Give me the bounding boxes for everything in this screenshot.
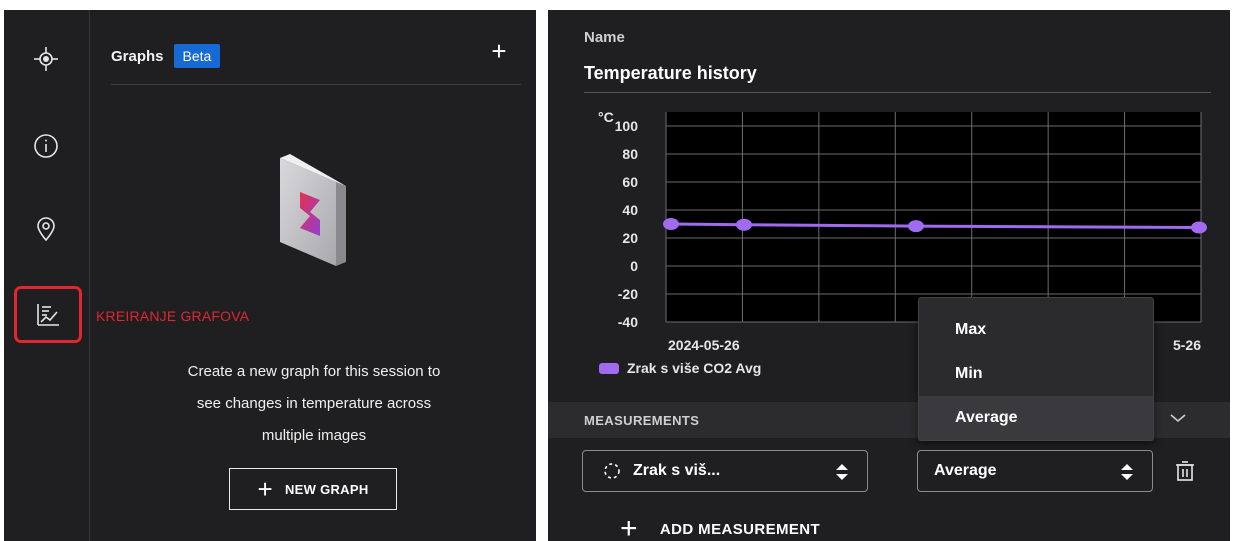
name-divider [584, 92, 1211, 93]
x-tick-label: 2024-05-26 [668, 337, 740, 353]
statistic-select-value: Average [934, 462, 997, 479]
crosshair-icon[interactable] [25, 38, 67, 80]
y-tick-label: 80 [622, 146, 638, 162]
y-tick-label: -20 [618, 286, 638, 302]
y-tick-label: 60 [622, 174, 638, 190]
empty-state-message: Create a new graph for this session to s… [114, 356, 514, 452]
data-point [1191, 221, 1207, 234]
info-icon[interactable] [25, 125, 67, 167]
y-tick-label: 40 [622, 202, 638, 218]
sidebar-rail [4, 10, 90, 541]
zone-select-value: Zrak s viš... [633, 462, 721, 479]
y-unit-label: °C [598, 109, 614, 125]
dropdown-option-max[interactable]: Max [919, 308, 1153, 352]
legend-label: Zrak s više CO2 Avg [627, 360, 762, 376]
y-axis: 100 80 60 40 20 0 -20 -40 [615, 118, 639, 330]
chevron-down-icon[interactable] [1166, 406, 1190, 430]
app-logo-icon [266, 150, 366, 270]
chart-legend[interactable]: Zrak s više CO2 Avg [599, 360, 761, 376]
header-divider [111, 84, 521, 85]
data-point [736, 218, 752, 231]
name-label: Name [584, 29, 625, 46]
empty-state-line: multiple images [261, 427, 367, 444]
add-graph-icon[interactable]: + [487, 38, 511, 64]
annotation-label: KREIRANJE GRAFOVA [96, 308, 250, 324]
add-measurement-label: ADD MEASUREMENT [659, 520, 821, 538]
measurements-label: MEASUREMENTS [584, 413, 700, 428]
location-pin-icon[interactable] [25, 208, 67, 250]
data-point [908, 220, 924, 233]
y-tick-label: 100 [615, 118, 639, 134]
graphs-panel: KREIRANJE GRAFOVA Graphs Beta + Create a… [4, 10, 536, 541]
graphs-title: Graphs [111, 47, 164, 65]
plot-area [666, 112, 1201, 322]
graph-name-field[interactable]: Temperature history [584, 63, 757, 84]
dropdown-option-average[interactable]: Average [919, 396, 1153, 440]
plus-icon: + [257, 474, 273, 504]
empty-state-line: see changes in temperature across [196, 395, 432, 412]
new-graph-button[interactable]: + NEW GRAPH [229, 468, 397, 510]
add-measurement-button[interactable]: + ADD MEASUREMENT [620, 512, 821, 541]
graph-icon[interactable] [14, 286, 82, 343]
new-graph-label: NEW GRAPH [284, 481, 369, 497]
sort-updown-icon [836, 464, 848, 480]
zone-select[interactable]: Zrak s viš... [582, 450, 868, 492]
empty-state-line: Create a new graph for this session to [187, 363, 441, 380]
y-tick-label: -40 [618, 314, 638, 330]
dropdown-option-min[interactable]: Min [919, 352, 1153, 396]
delete-measurement-icon[interactable] [1174, 460, 1196, 482]
graphs-header: Graphs Beta [111, 44, 221, 68]
statistic-dropdown-menu: Max Min Average [918, 297, 1154, 441]
graph-editor-panel: Name Temperature history °C 100 80 60 40 20 0… [548, 10, 1230, 541]
plus-icon: + [620, 512, 638, 541]
data-point [663, 218, 679, 230]
legend-swatch [599, 362, 619, 374]
x-tick-label: 5-26 [1173, 337, 1201, 353]
y-tick-label: 0 [630, 258, 638, 274]
y-tick-label: 20 [622, 230, 638, 246]
beta-badge: Beta [173, 44, 221, 68]
statistic-select[interactable]: Average [917, 450, 1153, 492]
zone-selection-icon [604, 463, 620, 479]
sort-updown-icon [1121, 464, 1133, 480]
